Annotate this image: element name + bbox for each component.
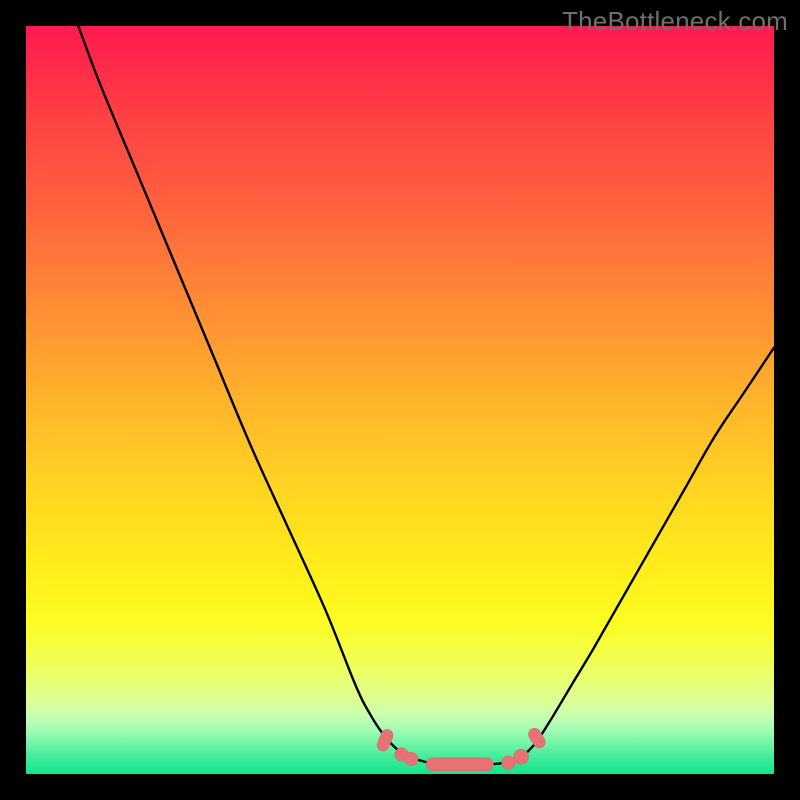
chart-plot-area: [26, 26, 774, 774]
chart-frame: TheBottleneck.com: [0, 0, 800, 800]
marker-dot: [502, 756, 515, 769]
chart-svg: [26, 26, 774, 774]
marker-pill: [375, 728, 395, 753]
marker-dot: [514, 749, 529, 764]
marker-pill: [426, 758, 493, 771]
curve-line: [78, 26, 774, 765]
watermark-text: TheBottleneck.com: [562, 6, 788, 37]
marker-layer: [375, 726, 547, 771]
marker-dot: [404, 752, 417, 765]
